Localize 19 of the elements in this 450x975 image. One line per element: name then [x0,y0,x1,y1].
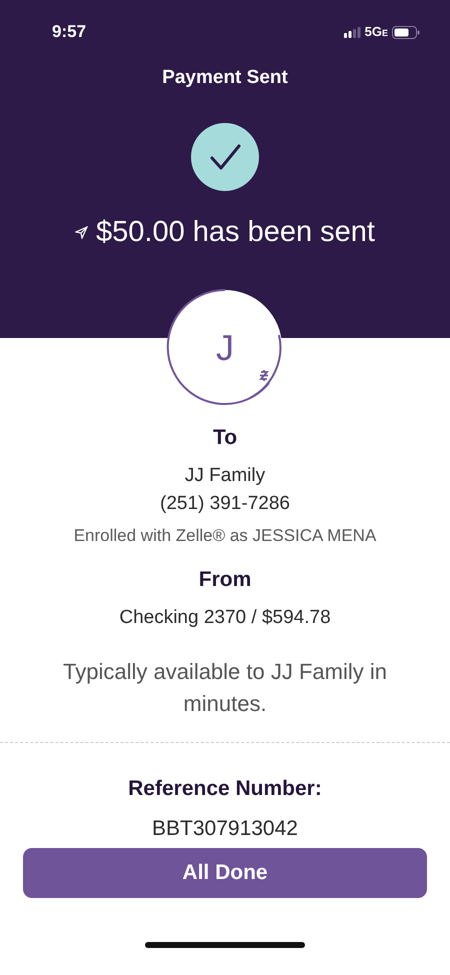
from-heading: From [198,567,252,593]
battery-icon [392,26,420,38]
recipient-avatar: J [166,288,284,406]
all-done-button[interactable]: All Done [23,848,427,898]
enrollment-text: Enrolled with Zelle® as JESSICA MENA [72,524,378,546]
to-heading: To [212,425,238,451]
availability-text: Typically available to JJ Family in minutes. [62,658,388,718]
account-text: Checking 2370 / $594.78 [118,606,332,630]
reference-number: BBT307913042 [151,816,299,842]
status-time: 9:57 [52,21,86,44]
recipient-name: JJ Family [184,464,266,488]
sent-message: $50.00 has been sent [96,214,375,250]
reference-heading: Reference Number: [127,776,323,802]
signal-icon [344,26,361,38]
page-title: Payment Sent [162,67,288,88]
checkmark-icon [191,122,259,190]
paper-plane-icon [75,226,88,239]
network-label: 5GE [364,23,388,42]
recipient-phone: (251) 391-7286 [159,492,291,516]
